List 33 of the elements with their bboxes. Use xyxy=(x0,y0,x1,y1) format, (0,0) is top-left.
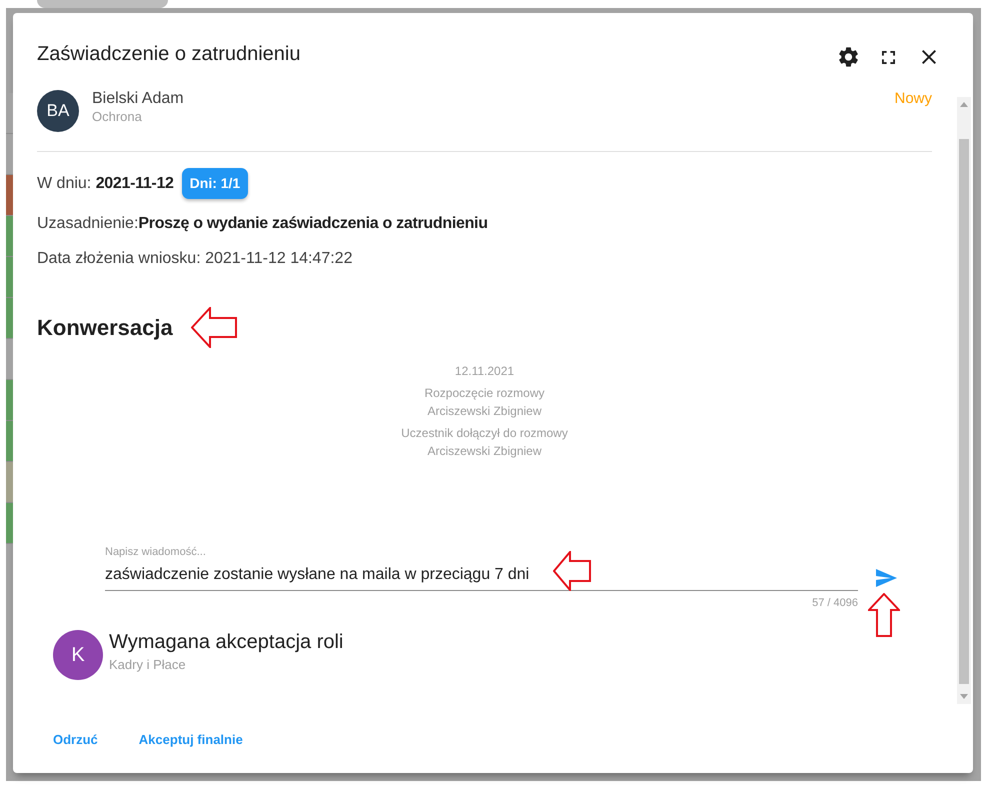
close-icon xyxy=(922,50,936,64)
user-avatar: BA xyxy=(37,90,79,132)
section-title: Konwersacja xyxy=(37,314,173,342)
approval-title: Wymagana akceptacja roli xyxy=(109,630,344,654)
role-name: Kadry i Płace xyxy=(109,657,186,673)
up-arrow-icon xyxy=(868,593,900,637)
chat-event-author: Arciszewski Zbigniew xyxy=(427,403,542,420)
field-label: Napisz wiadomość... xyxy=(105,545,206,559)
dialog-title: Zaświadczenie o zatrudnieniu xyxy=(37,43,302,65)
days-chip: Dni: 1/1 xyxy=(182,168,248,199)
date-text: W dniu: 2021-11-12 xyxy=(37,174,174,194)
chat-event-text: Uczestnik dołączył do rozmowy xyxy=(401,425,568,442)
fullscreen-icon xyxy=(882,50,894,64)
chat-event-text: Rozpoczęcie rozmowy xyxy=(424,385,545,402)
character-counter: 57 / 4096 xyxy=(812,596,858,610)
dialog-action-button[interactable]: Akceptuj finalnie xyxy=(122,721,259,757)
gear-icon xyxy=(838,47,858,67)
chat-date: 12.11.2021 xyxy=(454,363,514,380)
role-avatar: K xyxy=(53,630,103,680)
scroll-down-icon[interactable] xyxy=(960,694,968,699)
scrollbar-thumb[interactable] xyxy=(959,139,969,684)
send-icon xyxy=(876,569,896,587)
left-arrow-icon xyxy=(190,307,237,348)
chat-event-author: Arciszewski Zbigniew xyxy=(427,443,542,460)
employee-name: Bielski Adam xyxy=(92,90,184,108)
status-label: Nowy xyxy=(894,90,932,108)
left-arrow-icon xyxy=(553,551,591,591)
scroll-up-icon[interactable] xyxy=(960,102,968,107)
dialog-action-button[interactable]: Odrzuć xyxy=(37,721,114,757)
message-field[interactable]: zaświadczenie zostanie wysłane na maila w przeciągu 7 dni xyxy=(105,565,858,591)
submission-date-text: Data złożenia wniosku: 2021-11-12 14:47:22 xyxy=(37,249,352,269)
justification-text: Uzasadnienie:Proszę o wydanie zaświadczenia o zatrudnieniu xyxy=(37,214,488,234)
department-label: Ochrona xyxy=(92,109,142,125)
